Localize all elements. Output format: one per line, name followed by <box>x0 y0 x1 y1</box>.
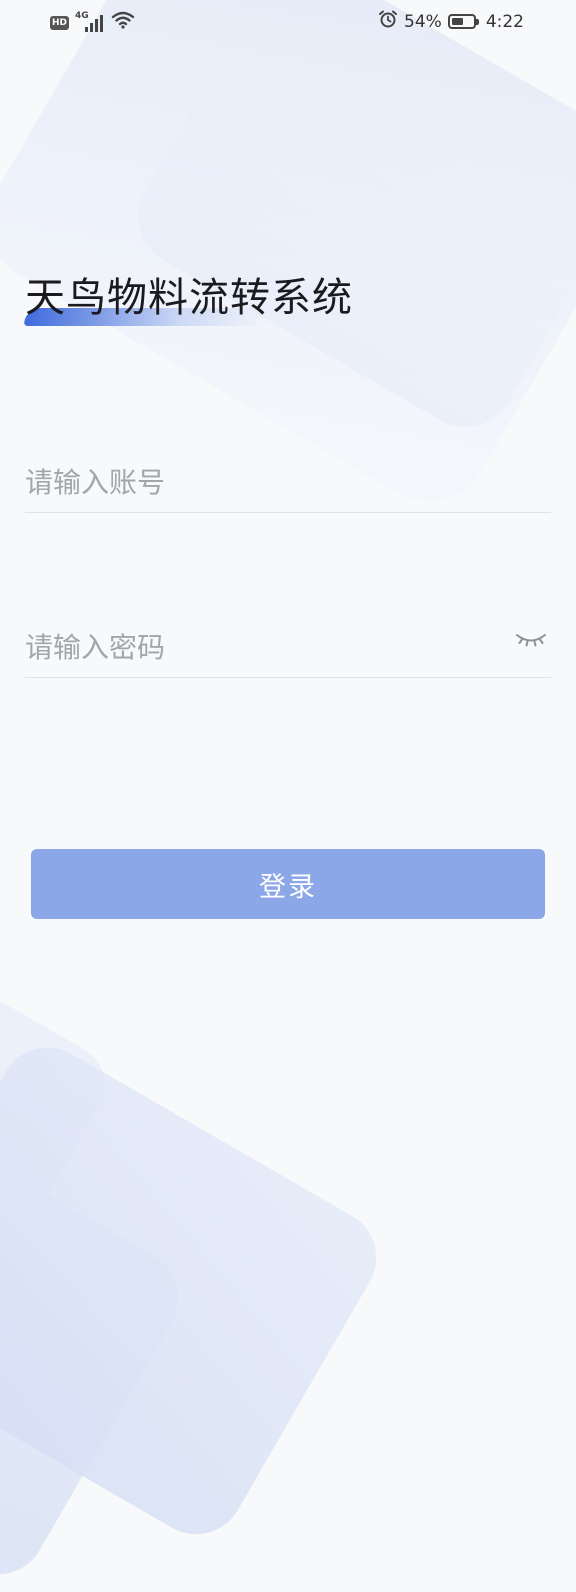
background-shape-top-inner <box>120 10 576 446</box>
wifi-icon <box>111 10 135 35</box>
battery-tip <box>475 19 479 25</box>
password-field <box>25 617 551 678</box>
status-time: 4:22 <box>485 11 524 32</box>
password-input[interactable] <box>25 617 485 677</box>
eye-closed-icon[interactable] <box>515 631 547 649</box>
battery-icon <box>447 14 479 29</box>
battery-percent: 54% <box>404 11 442 32</box>
battery-level-fill <box>451 18 463 25</box>
signal-icon: 4G <box>75 11 105 33</box>
app-title: 天鸟物料流转系统 <box>25 275 353 321</box>
background-shape-bottom-left-small <box>0 920 120 1261</box>
alarm-icon <box>378 9 398 34</box>
account-field <box>25 452 551 513</box>
hd-badge: HD <box>50 15 70 30</box>
account-input[interactable] <box>25 452 485 512</box>
background-shape-bottom-center <box>0 1030 394 1552</box>
background-shape-top <box>0 0 576 524</box>
status-bar: HD 4G 54% 4:22 <box>0 0 576 44</box>
status-bar-right: 54% 4:22 <box>378 9 524 34</box>
status-bar-left: HD 4G <box>50 10 135 35</box>
background-shape-bottom-left <box>0 1040 196 1592</box>
title-block: 天鸟物料流转系统 <box>23 270 353 326</box>
login-button[interactable]: 登录 <box>31 849 545 919</box>
